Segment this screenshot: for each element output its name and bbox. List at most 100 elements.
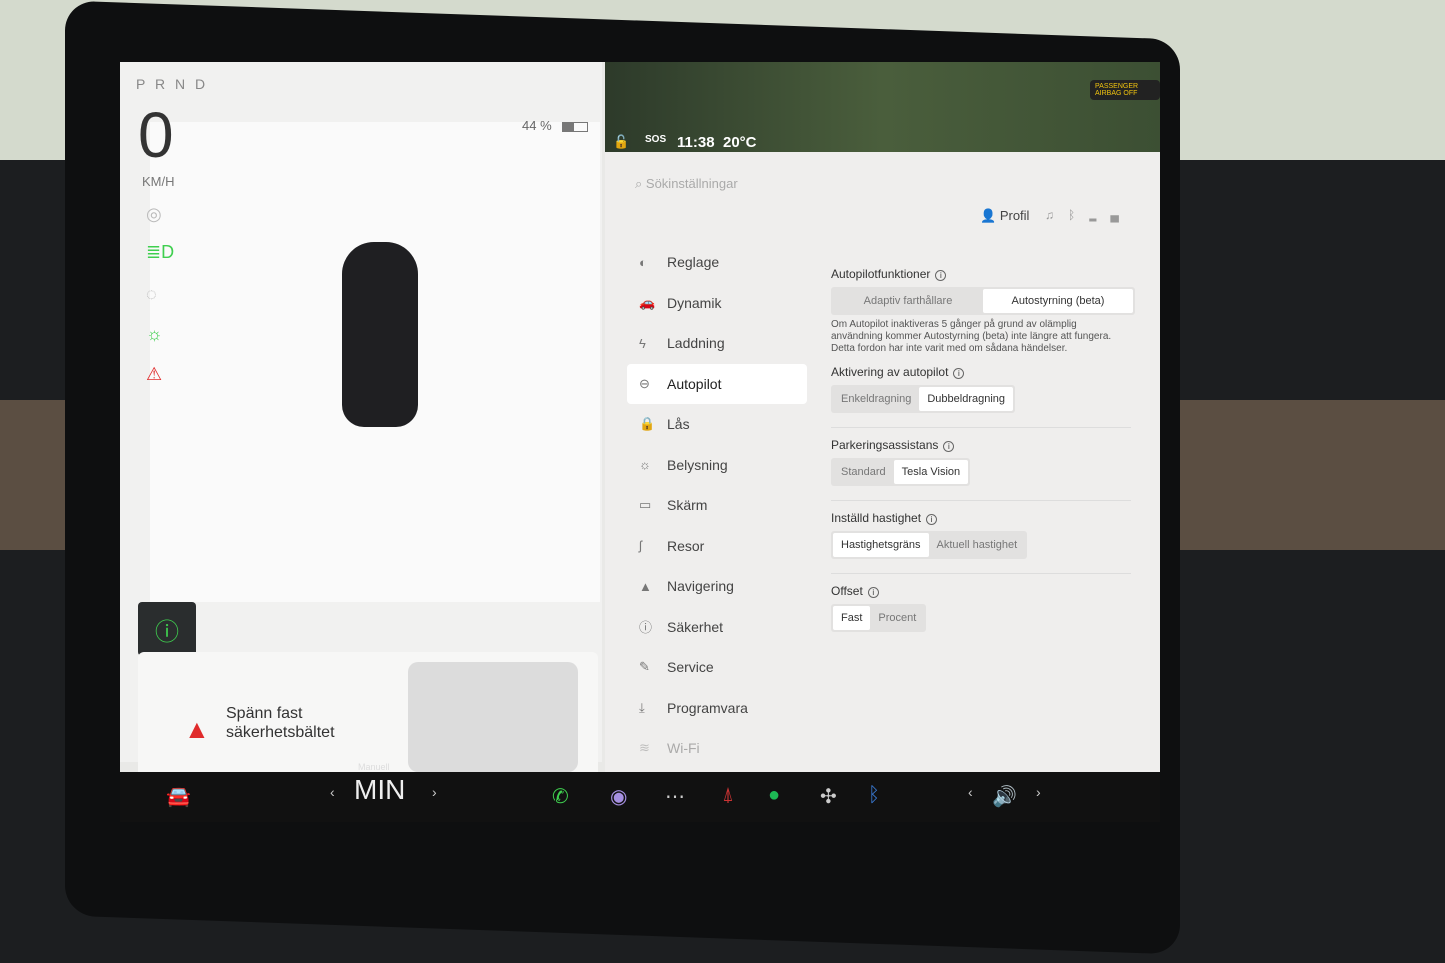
lock-icon: 🔒 xyxy=(639,416,656,432)
status-bar: 🔓 SOS 11:38 20°C xyxy=(605,62,1160,152)
autopilot_features-section: Autopilotfunktioner i Adaptiv farthållare A… xyxy=(831,267,1135,355)
more-apps-icon[interactable]: ⋯ xyxy=(665,784,685,809)
section-title: Aktivering av autopilot xyxy=(831,365,949,379)
sidebar-item-autopilot[interactable]: ⊖ Autopilot xyxy=(627,363,807,404)
volume-right-chevron-icon[interactable]: › xyxy=(1036,784,1041,800)
settings-panel: 🔓 SOS 11:38 20°C PASSENGER AIRBAG OFF ⌕ … xyxy=(605,62,1160,772)
offset-segmented-control: Fast Procent xyxy=(831,604,927,632)
divider xyxy=(831,427,1131,428)
joystick-icon[interactable]: ⍋ xyxy=(722,784,734,807)
sidebar-item-label: Reglage xyxy=(667,254,720,271)
bluetooth-icon[interactable]: ᛒ xyxy=(1068,208,1089,222)
bluetooth-app-icon[interactable]: ᛒ xyxy=(868,784,880,807)
activation-option[interactable]: Dubbeldragning xyxy=(919,387,1014,411)
divider xyxy=(831,500,1131,501)
sidebar-item-label: Autopilot xyxy=(667,375,722,392)
activation-option[interactable]: Enkeldragning xyxy=(833,387,919,411)
parking-option[interactable]: Standard xyxy=(833,460,894,484)
offset-label: Offset i xyxy=(831,584,1131,598)
speed-option[interactable]: Aktuell hastighet xyxy=(929,533,1026,557)
sidebar-item-skärm[interactable]: ▭ Skärm xyxy=(627,485,807,526)
volume-left-chevron-icon[interactable]: ‹ xyxy=(968,784,973,800)
phone-icon[interactable]: ✆ xyxy=(552,784,569,809)
info-icon[interactable]: i xyxy=(953,368,965,379)
divider xyxy=(831,573,1131,574)
sidebar-item-label: Skärm xyxy=(667,497,708,514)
battery-icon xyxy=(562,122,588,132)
sidebar-item-label: Säkerhet xyxy=(667,618,724,635)
sidebar-item-belysning[interactable]: ☼ Belysning xyxy=(627,445,807,486)
info-icon[interactable]: i xyxy=(867,587,879,598)
sun-icon: ☼ xyxy=(639,457,651,473)
sidebar-item-wi-fi[interactable]: ≋ Wi-Fi xyxy=(627,728,807,769)
sidebar-item-label: Dynamik xyxy=(667,294,722,311)
bottom-bar: 🚘 ‹ Manuell MIN › ✆ ◉ ⋯ ⍋ ● ✣ ᛒ ‹ 🔊 › xyxy=(120,762,1160,822)
unlock-icon[interactable]: 🔓 xyxy=(613,134,629,150)
person-icon: 👤 xyxy=(980,208,1000,223)
speed-section: Inställd hastighet i Hastighetsgräns Aktuel… xyxy=(831,500,1131,559)
info-icon[interactable]: i xyxy=(926,514,938,525)
parking-option[interactable]: Tesla Vision xyxy=(893,460,969,484)
sidebar-item-laddning[interactable]: ϟ Laddning xyxy=(627,323,807,364)
speed-segmented-control: Hastighetsgräns Aktuell hastighet xyxy=(831,531,1028,559)
sidebar-item-label: Programvara xyxy=(667,699,748,716)
section-title: Parkeringsassistans xyxy=(831,438,939,452)
settings-content: ⌕ Sökinställningar 👤 Profil ♫ᛒ▂▄ ◐ Reglag… xyxy=(605,152,1160,772)
sidebar-item-dynamik[interactable]: 🚗 Dynamik xyxy=(627,283,807,324)
settings-nav: ◐ Reglage 🚗 Dynamik ϟ Laddning ⊖ Autopilot 🔒 Lås ☼… xyxy=(627,242,807,769)
sidebar-item-label: Navigering xyxy=(667,578,734,595)
offset-option[interactable]: Fast xyxy=(833,606,871,630)
climate-mode-label: Manuell xyxy=(358,762,390,772)
fan-icon[interactable]: ✣ xyxy=(820,784,837,809)
offset-section: Offset i Fast Procent xyxy=(831,573,1131,632)
sidebar-item-label: Lås xyxy=(667,416,690,433)
clock: 11:38 xyxy=(677,134,715,151)
autopilot_features-option[interactable]: Autostyrning (beta) xyxy=(983,289,1133,313)
climate-mode[interactable]: MIN xyxy=(354,774,405,806)
seatbelt-icon: ⚠ xyxy=(146,364,163,384)
activation-label: Aktivering av autopilot i xyxy=(831,365,1131,379)
parking-segmented-control: Standard Tesla Vision xyxy=(831,458,971,486)
wifi-icon: ≋ xyxy=(639,740,650,756)
activation-section: Aktivering av autopilot i Enkeldragning Dub… xyxy=(831,365,1131,413)
section-title: Autopilotfunktioner xyxy=(831,267,931,281)
sidebar-item-resor[interactable]: ʃ Resor xyxy=(627,526,807,567)
bolt-icon: ϟ xyxy=(639,335,646,351)
sidebar-item-label: Laddning xyxy=(667,335,725,352)
info-button[interactable]: ⓘ xyxy=(138,602,196,656)
offset-option[interactable]: Procent xyxy=(870,606,924,630)
sidebar-item-reglage[interactable]: ◐ Reglage xyxy=(627,242,807,283)
sos-button[interactable]: SOS xyxy=(645,134,666,145)
trips-icon: ʃ xyxy=(639,538,642,554)
info-icon[interactable]: i xyxy=(943,441,955,452)
spotify-icon[interactable]: ● xyxy=(768,784,780,807)
sidebar-item-programvara[interactable]: ⤓ Programvara xyxy=(627,688,807,729)
header-icons: ♫ᛒ▂▄ xyxy=(1045,208,1133,222)
sidebar-item-service[interactable]: ✎ Service xyxy=(627,647,807,688)
autopilot_features-label: Autopilotfunktioner i xyxy=(831,267,1131,281)
temp-right-chevron-icon[interactable]: › xyxy=(432,784,437,800)
sidebar-item-navigering[interactable]: ▲ Navigering xyxy=(627,566,807,607)
signal-icon: ▂▄ xyxy=(1089,208,1133,222)
temp-left-chevron-icon[interactable]: ‹ xyxy=(330,784,335,800)
headlight-icon: ≣D xyxy=(146,242,175,262)
seat-map xyxy=(408,662,578,772)
camera-icon[interactable]: ◉ xyxy=(610,784,627,809)
warning-icon: ▲ xyxy=(184,714,210,744)
speed-option[interactable]: Hastighetsgräns xyxy=(833,533,929,557)
info-icon[interactable]: i xyxy=(935,270,947,281)
sidebar-item-lås[interactable]: 🔒 Lås xyxy=(627,404,807,445)
search-input[interactable]: ⌕ Sökinställningar xyxy=(635,176,738,192)
car-icon[interactable]: 🚘 xyxy=(166,784,191,809)
bell-icon[interactable]: ♫ xyxy=(1045,208,1068,222)
driving-panel: P R N D 0 KM/H ◎ ≣D ◌ ☼ ⚠ 44 % ⓘ ▲ Spänn… xyxy=(120,62,602,797)
autopilot_features-option[interactable]: Adaptiv farthållare xyxy=(833,289,983,313)
sidebar-item-säkerhet[interactable]: ⓘ Säkerhet xyxy=(627,607,807,648)
sidebar-item-label: Service xyxy=(667,659,714,676)
profile-button[interactable]: 👤 Profil xyxy=(980,208,1029,224)
parking-label: Parkeringsassistans i xyxy=(831,438,1131,452)
toggle-icon: ◐ xyxy=(639,254,647,270)
gear-selector: P R N D xyxy=(136,76,209,92)
tpms-icon: ◌ xyxy=(146,284,157,304)
volume-icon[interactable]: 🔊 xyxy=(992,784,1017,809)
